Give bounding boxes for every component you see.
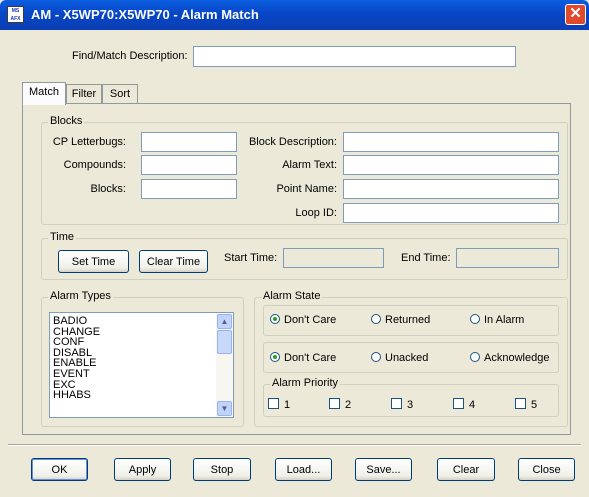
priority-3-checkbox[interactable]: 3 (391, 398, 413, 411)
compounds-label: Compounds: (63, 159, 126, 171)
loop-id-label: Loop ID: (295, 207, 337, 219)
time-group-label: Time (48, 231, 77, 243)
priority-2-label: 2 (345, 399, 352, 411)
priority-5-checkbox[interactable]: 5 (515, 398, 537, 411)
radio-state-in-alarm[interactable]: In Alarm (470, 314, 524, 326)
stop-button[interactable]: Stop (193, 458, 251, 481)
scroll-up-icon[interactable]: ▲ (217, 314, 232, 329)
title-bar[interactable]: MS AFX AM - X5WP70:X5WP70 - Alarm Match … (0, 0, 589, 30)
radio-state-dont-care-label: Don't Care (284, 314, 337, 326)
priority-4-checkbox[interactable]: 4 (453, 398, 475, 411)
start-time-field (283, 248, 384, 268)
priority-1-label: 1 (284, 399, 291, 411)
priority-5-label: 5 (531, 399, 538, 411)
find-match-description-label: Find/Match Description: (72, 50, 188, 62)
alarm-type-item[interactable]: EVENT (53, 369, 213, 380)
scroll-thumb[interactable] (217, 330, 232, 354)
alarm-text-input[interactable] (343, 155, 559, 175)
loop-id-input[interactable] (343, 203, 559, 223)
cp-letterbugs-label: CP Letterbugs: (52, 136, 126, 148)
set-time-button[interactable]: Set Time (58, 250, 129, 273)
radio-state-returned[interactable]: Returned (371, 314, 430, 326)
priority-2-checkbox[interactable]: 2 (329, 398, 351, 411)
radio-selected-icon (270, 314, 280, 324)
radio-ack-dont-care[interactable]: Don't Care (270, 352, 336, 364)
alarm-types-listbox[interactable]: BADIO CHANGE CONF DISABL ENABLE EVENT EX… (49, 312, 234, 418)
clear-time-button[interactable]: Clear Time (139, 250, 208, 273)
alarm-types-group-label: Alarm Types (48, 290, 113, 302)
tab-sort[interactable]: Sort (102, 84, 138, 104)
radio-ack-acknowledge[interactable]: Acknowledge (470, 352, 549, 364)
radio-icon (470, 352, 480, 362)
priority-4-label: 4 (469, 399, 476, 411)
point-name-label: Point Name: (276, 183, 337, 195)
radio-selected-icon (270, 352, 280, 362)
blocks-input[interactable] (141, 179, 237, 199)
radio-icon (470, 314, 480, 324)
compounds-input[interactable] (141, 155, 237, 175)
close-button[interactable]: Close (518, 458, 575, 481)
block-description-label: Block Description: (248, 136, 337, 148)
save-button[interactable]: Save... (355, 458, 412, 481)
radio-ack-unacked-label: Unacked (385, 352, 429, 364)
ok-button[interactable]: OK (31, 458, 88, 481)
checkbox-icon (329, 398, 340, 409)
checkbox-icon (515, 398, 526, 409)
block-description-input[interactable] (343, 132, 559, 152)
app-icon: MS AFX (7, 6, 24, 23)
radio-icon (371, 352, 381, 362)
clear-button[interactable]: Clear (437, 458, 495, 481)
alarm-state-group-label: Alarm State (261, 290, 323, 302)
radio-state-in-alarm-label: In Alarm (484, 314, 525, 326)
alarm-type-item[interactable]: BADIO (53, 316, 213, 327)
end-time-label: End Time: (401, 252, 451, 264)
load-button[interactable]: Load... (275, 458, 332, 481)
cp-letterbugs-input[interactable] (141, 132, 237, 152)
alarm-text-label: Alarm Text: (282, 159, 337, 171)
blocks-group-label: Blocks (48, 115, 85, 127)
radio-state-dont-care[interactable]: Don't Care (270, 314, 336, 326)
window-close-button[interactable]: ✕ (565, 4, 586, 25)
apply-button[interactable]: Apply (114, 458, 171, 481)
start-time-label: Start Time: (224, 252, 278, 264)
end-time-field (456, 248, 559, 268)
radio-ack-unacked[interactable]: Unacked (371, 352, 428, 364)
alarm-types-scrollbar[interactable]: ▲ ▼ (216, 313, 233, 417)
radio-state-returned-label: Returned (385, 314, 431, 326)
window-title: AM - X5WP70:X5WP70 - Alarm Match (31, 7, 259, 22)
find-match-description-input[interactable] (193, 46, 516, 67)
point-name-input[interactable] (343, 179, 559, 199)
checkbox-icon (391, 398, 402, 409)
priority-3-label: 3 (407, 399, 414, 411)
radio-icon (371, 314, 381, 324)
alarm-priority-group-label: Alarm Priority (270, 377, 341, 389)
scroll-down-icon[interactable]: ▼ (217, 401, 232, 416)
radio-ack-acknowledge-label: Acknowledge (484, 352, 550, 364)
checkbox-icon (268, 398, 279, 409)
blocks-label: Blocks: (90, 183, 126, 195)
tab-match[interactable]: Match (22, 82, 66, 105)
radio-ack-dont-care-label: Don't Care (284, 352, 337, 364)
checkbox-icon (453, 398, 464, 409)
priority-1-checkbox[interactable]: 1 (268, 398, 290, 411)
alarm-match-window: MS AFX AM - X5WP70:X5WP70 - Alarm Match … (0, 0, 589, 497)
alarm-type-item[interactable]: HHABS (53, 390, 213, 401)
button-row-separator (8, 444, 581, 446)
tab-filter[interactable]: Filter (66, 84, 102, 104)
